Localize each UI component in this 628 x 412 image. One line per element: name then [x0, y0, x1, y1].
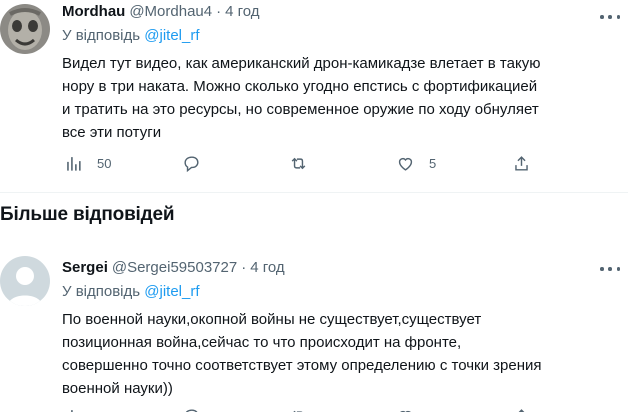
like-button[interactable]: 5: [396, 154, 436, 173]
default-avatar-icon: [0, 256, 50, 306]
tweet-header: Mordhau @Mordhau4 · 4 год: [62, 2, 618, 22]
more-replies-heading: Більше відповідей: [0, 204, 175, 225]
retweet-button[interactable]: [289, 407, 308, 412]
avatar[interactable]: [0, 4, 50, 54]
views-button[interactable]: 50: [64, 154, 111, 173]
like-icon: [400, 410, 411, 412]
share-icon: [518, 409, 525, 412]
views-icon: [71, 410, 73, 412]
avatar-image: [0, 4, 50, 54]
like-button[interactable]: [396, 407, 415, 412]
views-icon: [67, 157, 81, 171]
reply-prefix: У відповідь: [62, 27, 141, 44]
retweet-button[interactable]: [289, 154, 308, 173]
tweet-sergei[interactable]: Sergei @Sergei59503727 · 4 год У відпові…: [0, 250, 628, 412]
tweet-text: Видел тут видео, как американский дрон-к…: [62, 55, 541, 141]
more-icon[interactable]: [600, 262, 620, 276]
reply-button[interactable]: [182, 407, 201, 412]
share-icon: [515, 156, 528, 171]
views-count: 50: [97, 156, 112, 171]
reply-icon: [185, 409, 198, 412]
reply-to-link[interactable]: @jitel_rf: [144, 283, 199, 300]
tweet-mordhau[interactable]: Mordhau @Mordhau4 · 4 год У відповідь @j…: [0, 0, 628, 190]
timestamp[interactable]: 4 год: [225, 2, 259, 22]
author-handle[interactable]: @Sergei59503727: [112, 258, 237, 278]
reply-prefix: У відповідь: [62, 283, 141, 300]
retweet-icon: [291, 157, 306, 170]
reply-button[interactable]: [182, 154, 201, 173]
author-handle[interactable]: @Mordhau4: [129, 2, 212, 22]
author-name[interactable]: Mordhau: [62, 2, 125, 22]
reply-context: У відповідь @jitel_rf: [62, 26, 618, 46]
author-name[interactable]: Sergei: [62, 258, 108, 278]
retweet-icon: [293, 410, 303, 412]
divider: [0, 192, 628, 193]
separator: ·: [216, 3, 222, 20]
reply-context: У відповідь @jitel_rf: [62, 282, 618, 302]
tweet-text: По военной науки,окопной войны не сущест…: [62, 311, 542, 397]
reply-icon: [184, 156, 199, 173]
likes-count: 5: [429, 156, 437, 171]
share-button[interactable]: [512, 407, 531, 412]
share-button[interactable]: [512, 154, 531, 173]
timestamp[interactable]: 4 год: [250, 258, 284, 278]
like-icon: [398, 157, 413, 171]
more-icon[interactable]: [600, 10, 620, 24]
tweet-header: Sergei @Sergei59503727 · 4 год: [62, 258, 618, 278]
separator: ·: [241, 259, 247, 276]
avatar[interactable]: [0, 256, 50, 306]
reply-to-link[interactable]: @jitel_rf: [144, 27, 199, 44]
views-button[interactable]: [64, 407, 83, 412]
